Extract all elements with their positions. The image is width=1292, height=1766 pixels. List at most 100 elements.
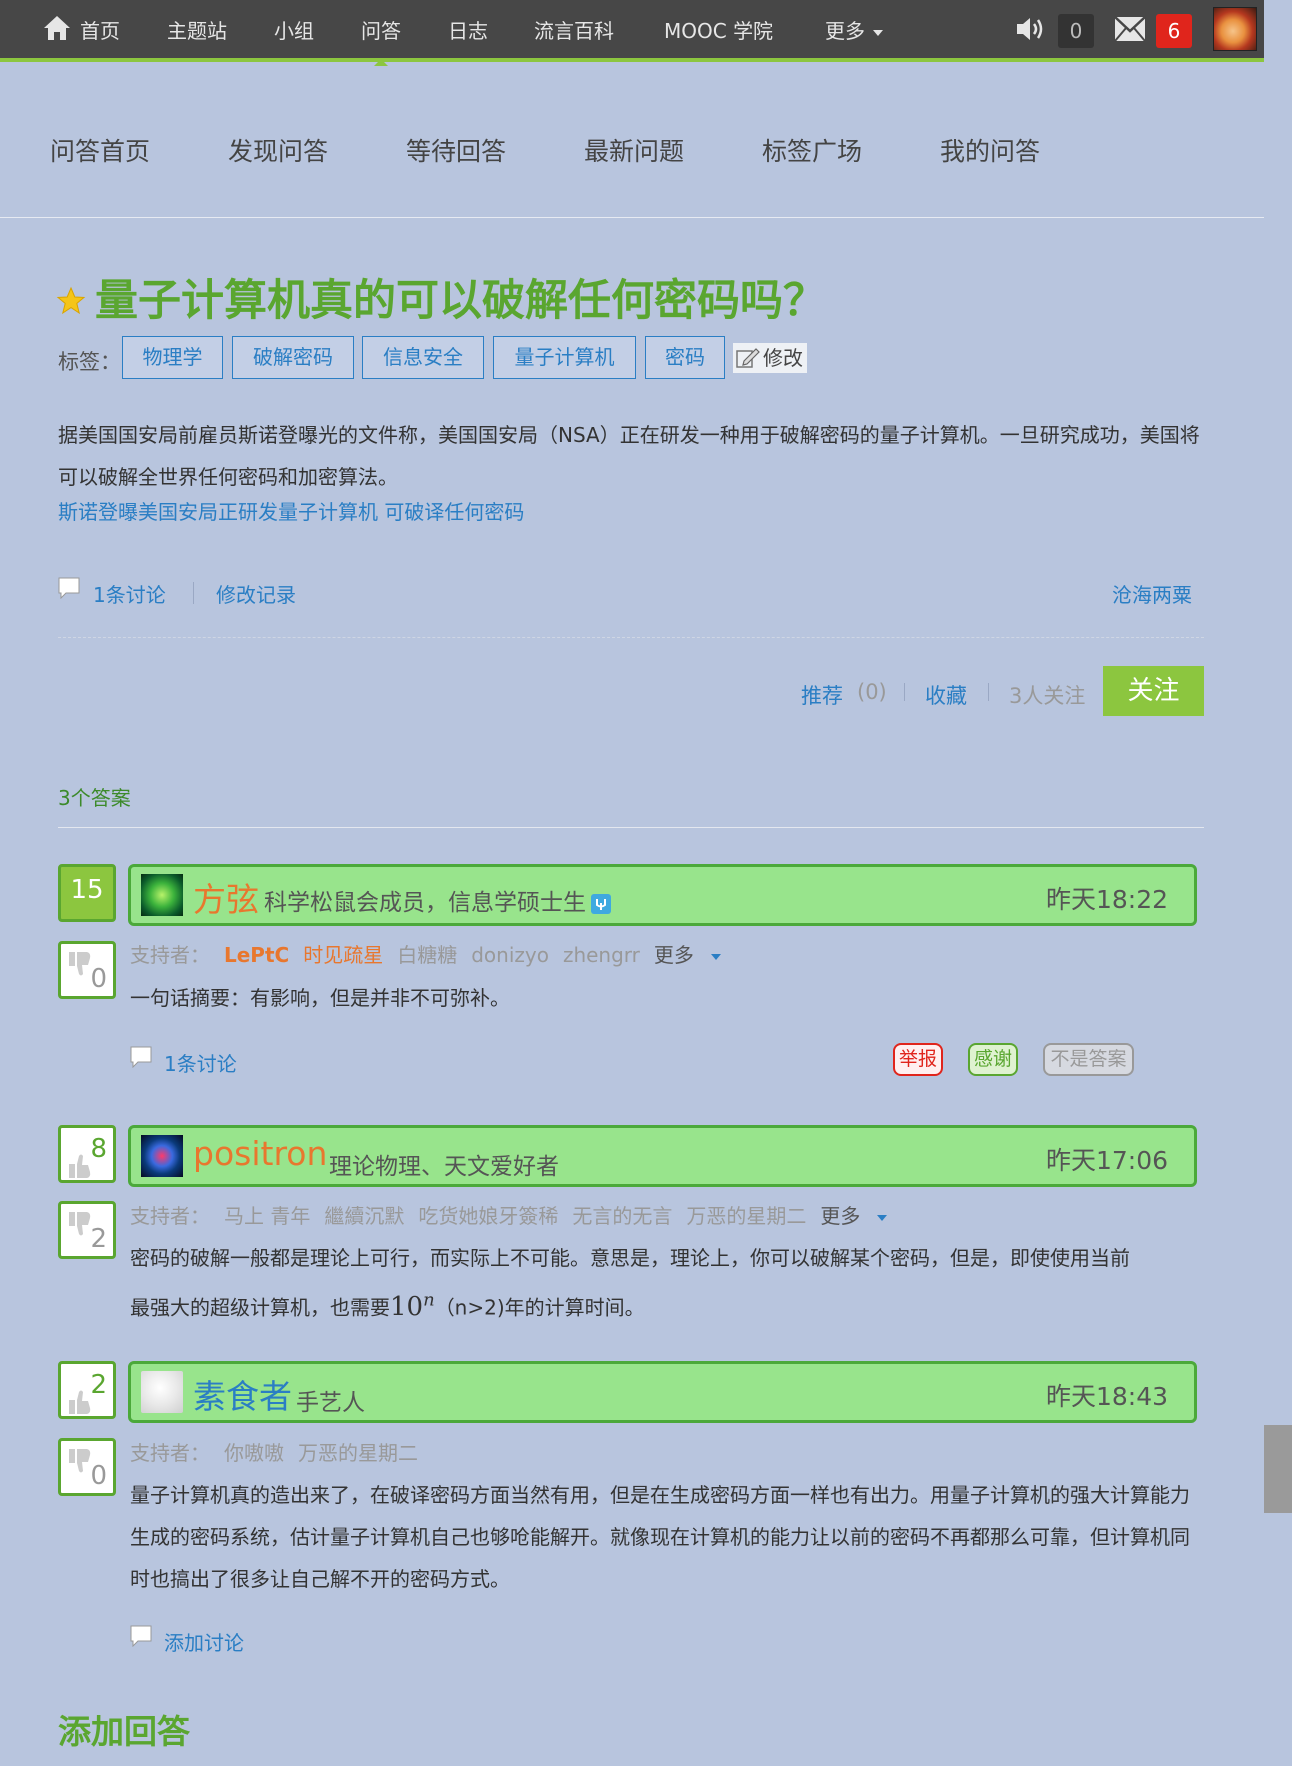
nav-mooc[interactable]: MOOC 学院 bbox=[664, 16, 773, 46]
question-body: 据美国国安局前雇员斯诺登曝光的文件称，美国国安局（NSA）正在研发一种用于破解密… bbox=[58, 423, 1200, 489]
thumbs-up-icon bbox=[69, 1390, 91, 1414]
supporter-link[interactable]: 万恶的星期二 bbox=[298, 1441, 418, 1465]
supporter-link[interactable]: 时见疏星 bbox=[303, 943, 383, 967]
supporter-link[interactable]: 万恶的星期二 bbox=[686, 1204, 806, 1228]
downvote-button[interactable]: 2 bbox=[58, 1201, 116, 1259]
tag-physics[interactable]: 物理学 bbox=[122, 336, 223, 379]
not-answer-button[interactable]: 不是答案 bbox=[1043, 1043, 1134, 1076]
tags-label: 标签： bbox=[58, 350, 121, 374]
math-exponent: n bbox=[423, 1289, 435, 1310]
supporter-link[interactable]: LePtC bbox=[224, 943, 289, 967]
author-name[interactable]: 方弦 bbox=[193, 873, 259, 921]
subnav-qa-home[interactable]: 问答首页 bbox=[50, 132, 150, 168]
supporters-list: 支持者： 马上 青年 繼續沉默 吃货她娘牙簽稀 无言的无言 万恶的星期二 更多 bbox=[130, 1200, 901, 1229]
supporter-link[interactable]: zhengrr bbox=[563, 943, 640, 967]
upvote-button[interactable]: 15 bbox=[58, 864, 116, 922]
author-name[interactable]: 素食者 bbox=[193, 1370, 292, 1418]
comment-icon bbox=[130, 1625, 152, 1647]
supporter-link[interactable]: 白糖糖 bbox=[397, 943, 457, 967]
chevron-down-icon bbox=[873, 29, 883, 36]
add-discussion-link[interactable]: 添加讨论 bbox=[164, 1627, 244, 1656]
answers-count: 3个答案 bbox=[58, 786, 131, 810]
subnav-latest[interactable]: 最新问题 bbox=[584, 132, 684, 168]
collect-button[interactable]: 收藏 bbox=[925, 680, 967, 710]
nav-rumor-wiki[interactable]: 流言百科 bbox=[534, 16, 614, 46]
author-bio: 手艺人 bbox=[296, 1390, 365, 1416]
tag-quantum-computer[interactable]: 量子计算机 bbox=[493, 336, 636, 379]
chevron-down-icon bbox=[710, 953, 721, 960]
more-supporters-label: 更多 bbox=[653, 943, 694, 967]
answer-body-text: （n>2)年的计算时间。 bbox=[434, 1295, 645, 1320]
follow-button[interactable]: 关注 bbox=[1103, 666, 1204, 716]
verified-icon bbox=[591, 893, 611, 914]
more-supporters-button[interactable]: 更多 bbox=[820, 1204, 901, 1228]
edit-tags-button[interactable]: 修改 bbox=[733, 343, 807, 373]
answer-body-text: 最强大的超级计算机，也需要 bbox=[130, 1295, 390, 1320]
supporter-link[interactable]: 你嗷嗷 bbox=[224, 1441, 284, 1465]
scrollbar-thumb[interactable] bbox=[1264, 1425, 1292, 1513]
tag-info-security[interactable]: 信息安全 bbox=[362, 336, 484, 379]
author-bio: 科学松鼠会成员，信息学硕士生 bbox=[264, 883, 612, 917]
supporter-link[interactable]: 马上 青年 bbox=[224, 1204, 310, 1228]
notice-count[interactable]: 0 bbox=[1058, 14, 1094, 48]
more-supporters-button[interactable]: 更多 bbox=[654, 943, 735, 967]
nav-blog[interactable]: 日志 bbox=[448, 16, 488, 46]
thanks-button[interactable]: 感谢 bbox=[968, 1043, 1018, 1076]
nav-groups[interactable]: 小组 bbox=[274, 16, 314, 46]
nav-more[interactable]: 更多 bbox=[825, 16, 883, 46]
subnav-discover[interactable]: 发现问答 bbox=[228, 132, 328, 168]
author-bio: 理论物理、天文爱好者 bbox=[329, 1154, 559, 1180]
report-button[interactable]: 举报 bbox=[893, 1043, 943, 1076]
vote-count: 8 bbox=[90, 1134, 107, 1164]
supporter-link[interactable]: 无言的无言 bbox=[572, 1204, 672, 1228]
upvote-button[interactable]: 8 bbox=[58, 1125, 116, 1183]
vote-count: 2 bbox=[90, 1370, 107, 1400]
answer-discussion-link[interactable]: 1条讨论 bbox=[164, 1048, 237, 1077]
divider bbox=[58, 827, 1204, 828]
user-avatar[interactable] bbox=[1213, 7, 1257, 51]
mail-icon[interactable] bbox=[1114, 16, 1146, 42]
follower-count: 3人关注 bbox=[1009, 684, 1086, 708]
comment-icon bbox=[130, 1046, 152, 1068]
math-formula: 10n bbox=[390, 1289, 435, 1322]
downvote-count: 2 bbox=[90, 1224, 107, 1254]
subnav-tags[interactable]: 标签广场 bbox=[762, 132, 862, 168]
comment-icon bbox=[58, 577, 80, 599]
subnav-waiting[interactable]: 等待回答 bbox=[406, 132, 506, 168]
add-answer-heading: 添加回答 bbox=[58, 1712, 190, 1751]
mail-count[interactable]: 6 bbox=[1156, 14, 1192, 48]
author-avatar[interactable] bbox=[141, 874, 183, 916]
supporter-link[interactable]: 繼續沉默 bbox=[324, 1204, 404, 1228]
edit-history-link[interactable]: 修改记录 bbox=[216, 579, 296, 608]
supporter-link[interactable]: donizyo bbox=[471, 943, 549, 967]
subnav-my-qa[interactable]: 我的问答 bbox=[940, 132, 1040, 168]
author-avatar[interactable] bbox=[141, 1135, 183, 1177]
recommend-button[interactable]: 推荐 bbox=[801, 680, 843, 710]
supporter-link[interactable]: 吃货她娘牙簽稀 bbox=[418, 1204, 558, 1228]
speaker-icon[interactable] bbox=[1014, 14, 1046, 44]
tag-crack-password[interactable]: 破解密码 bbox=[232, 336, 354, 379]
thumbs-down-icon bbox=[69, 952, 91, 976]
answer-time: 昨天18:22 bbox=[1045, 885, 1168, 914]
star-icon[interactable] bbox=[56, 286, 86, 316]
tag-password[interactable]: 密码 bbox=[645, 336, 725, 379]
question-source-link[interactable]: 斯诺登曝美国安局正研发量子计算机 可破译任何密码 bbox=[58, 496, 524, 525]
author-avatar[interactable] bbox=[141, 1371, 183, 1413]
home-icon[interactable] bbox=[42, 14, 72, 42]
nav-home[interactable]: 首页 bbox=[80, 16, 120, 46]
nav-topic-station[interactable]: 主题站 bbox=[167, 16, 227, 46]
recommend-count: (0) bbox=[857, 680, 887, 704]
supporters-label: 支持者： bbox=[130, 1441, 210, 1465]
answer-header: 方弦 科学松鼠会成员，信息学硕士生 昨天18:22 bbox=[128, 864, 1197, 926]
downvote-button[interactable]: 0 bbox=[58, 1438, 116, 1496]
answer-time: 昨天18:43 bbox=[1045, 1382, 1168, 1411]
asker-link[interactable]: 沧海两粟 bbox=[1112, 579, 1192, 608]
question-title: 量子计算机真的可以破解任何密码吗？ bbox=[95, 276, 826, 326]
author-name[interactable]: positron bbox=[193, 1134, 327, 1173]
downvote-button[interactable]: 0 bbox=[58, 941, 116, 999]
question-discussion-link[interactable]: 1条讨论 bbox=[93, 579, 166, 608]
answer-body: 一句话摘要：有影响，但是并非不可弥补。 bbox=[130, 986, 510, 1010]
upvote-button[interactable]: 2 bbox=[58, 1361, 116, 1419]
divider bbox=[988, 683, 989, 701]
nav-qa[interactable]: 问答 bbox=[361, 16, 401, 66]
